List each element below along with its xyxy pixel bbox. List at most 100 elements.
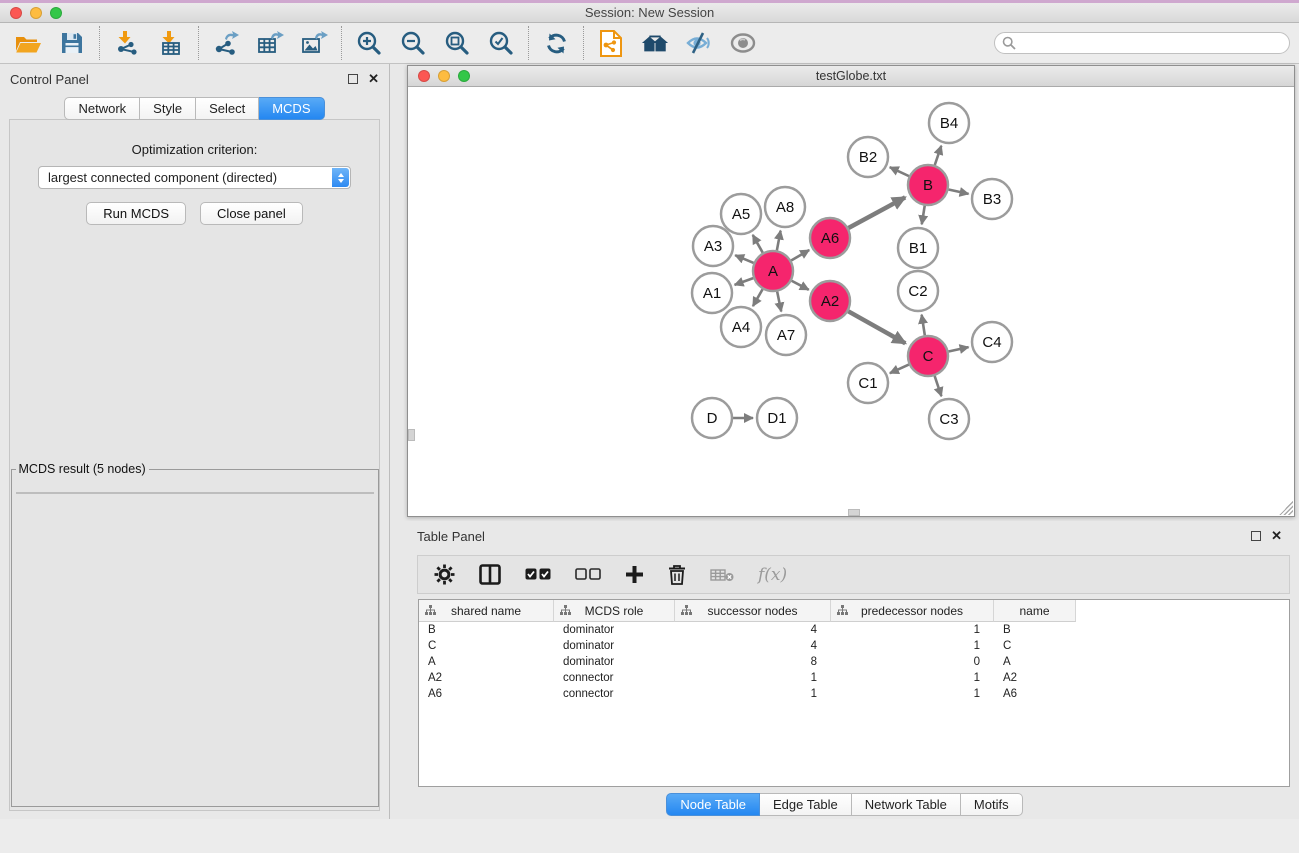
select-all-checkboxes-icon[interactable] [525, 568, 551, 581]
table-cell[interactable]: 1 [831, 622, 994, 638]
table-tab-edge-table[interactable]: Edge Table [760, 793, 852, 816]
table-cell[interactable]: connector [554, 686, 675, 702]
graph-node-C4[interactable]: C4 [972, 322, 1012, 362]
table-cell[interactable]: A2 [419, 670, 554, 686]
criterion-select[interactable]: largest connected component (directed) [38, 166, 351, 189]
column-header-predecessor-nodes[interactable]: predecessor nodes [831, 600, 994, 622]
import-table-icon[interactable] [157, 29, 185, 57]
table-cell[interactable]: B [419, 622, 554, 638]
graph-node-A5[interactable]: A5 [721, 194, 761, 234]
graph-node-A8[interactable]: A8 [765, 187, 805, 227]
table-cell[interactable]: 1 [831, 670, 994, 686]
graph-node-A6[interactable]: A6 [810, 218, 850, 258]
column-header-name[interactable]: name [994, 600, 1076, 622]
graph-edge-B-B2[interactable] [890, 167, 909, 176]
network-vertical-scroll-thumb[interactable] [408, 429, 415, 441]
network-window-titlebar[interactable]: testGlobe.txt [408, 66, 1294, 87]
table-float-panel-icon[interactable] [1251, 531, 1261, 541]
column-header-shared-name[interactable]: shared name [419, 600, 554, 622]
graph-edge-A-A7[interactable] [777, 292, 781, 312]
close-panel-button[interactable]: Close panel [200, 202, 303, 225]
table-cell[interactable]: A [419, 654, 554, 670]
network-graph[interactable]: B4B2BB3A5A8A6A3AB1A1A2C2A4A7C4C1CDD1C3 [408, 87, 1294, 516]
graph-node-A1[interactable]: A1 [692, 273, 732, 313]
graph-edge-A2-C[interactable] [848, 311, 905, 343]
graph-edge-A-A6[interactable] [791, 250, 809, 260]
graph-edge-B-B1[interactable] [922, 206, 925, 225]
table-cell[interactable]: 1 [831, 638, 994, 654]
table-tab-network-table[interactable]: Network Table [852, 793, 961, 816]
table-cell[interactable]: C [994, 638, 1076, 654]
column-header-MCDS-role[interactable]: MCDS role [554, 600, 675, 622]
table-cell[interactable]: 4 [675, 622, 831, 638]
graph-node-A2[interactable]: A2 [810, 281, 850, 321]
table-row[interactable]: Bdominator41B [419, 622, 1289, 638]
import-network-icon[interactable] [113, 29, 141, 57]
run-mcds-button[interactable]: Run MCDS [86, 202, 186, 225]
tab-select[interactable]: Select [196, 97, 259, 120]
graph-node-A7[interactable]: A7 [766, 315, 806, 355]
graph-edge-C-C4[interactable] [949, 347, 969, 351]
export-network-icon[interactable] [212, 29, 240, 57]
table-row[interactable]: Cdominator41C [419, 638, 1289, 654]
table-tab-node-table[interactable]: Node Table [666, 793, 760, 816]
tab-style[interactable]: Style [140, 97, 196, 120]
graph-edge-A-A3[interactable] [735, 255, 753, 263]
graph-edge-C-C2[interactable] [922, 315, 925, 336]
close-panel-icon[interactable]: ✕ [368, 74, 379, 84]
table-options-gear-icon[interactable] [434, 564, 455, 585]
zoom-out-icon[interactable] [399, 29, 427, 57]
show-column-icon[interactable] [479, 564, 501, 585]
graph-edge-A-A2[interactable] [792, 281, 809, 290]
zoom-selected-icon[interactable] [487, 29, 515, 57]
mcds-result-item[interactable]: A2 [17, 493, 373, 494]
float-panel-icon[interactable] [348, 74, 358, 84]
graph-node-B[interactable]: B [908, 165, 948, 205]
mcds-result-list[interactable]: A2ABCA6 [16, 492, 374, 494]
network-horizontal-scroll-thumb[interactable] [848, 509, 860, 516]
refresh-icon[interactable] [542, 29, 570, 57]
table-row[interactable]: A6connector11A6 [419, 686, 1289, 702]
export-table-icon[interactable] [256, 29, 284, 57]
table-close-panel-icon[interactable]: ✕ [1271, 531, 1282, 541]
table-cell[interactable]: 1 [675, 686, 831, 702]
create-column-icon[interactable] [625, 565, 644, 584]
graph-edge-C-C3[interactable] [935, 376, 942, 396]
table-cell[interactable]: 4 [675, 638, 831, 654]
table-cell[interactable]: A6 [419, 686, 554, 702]
network-document-icon[interactable] [597, 29, 625, 57]
graph-node-B1[interactable]: B1 [898, 228, 938, 268]
search-input[interactable] [994, 32, 1290, 54]
delete-columns-icon[interactable] [668, 564, 686, 585]
show-graphics-details-icon[interactable] [729, 29, 757, 57]
graph-edge-A-A8[interactable] [777, 231, 781, 251]
graph-node-D1[interactable]: D1 [757, 398, 797, 438]
graph-node-B3[interactable]: B3 [972, 179, 1012, 219]
graph-node-B4[interactable]: B4 [929, 103, 969, 143]
hide-graphics-details-icon[interactable] [685, 29, 713, 57]
function-builder-icon[interactable]: f(x) [758, 565, 787, 585]
open-session-icon[interactable] [14, 29, 42, 57]
network-canvas[interactable]: B4B2BB3A5A8A6A3AB1A1A2C2A4A7C4C1CDD1C3 [408, 87, 1294, 516]
table-cell[interactable]: 1 [675, 670, 831, 686]
table-cell[interactable]: B [994, 622, 1076, 638]
tab-mcds[interactable]: MCDS [259, 97, 324, 120]
save-session-icon[interactable] [58, 29, 86, 57]
graph-node-C2[interactable]: C2 [898, 271, 938, 311]
graph-node-A3[interactable]: A3 [693, 226, 733, 266]
home-pages-icon[interactable] [641, 29, 669, 57]
graph-node-A[interactable]: A [753, 251, 793, 291]
table-cell[interactable]: dominator [554, 654, 675, 670]
table-cell[interactable]: 8 [675, 654, 831, 670]
zoom-fit-icon[interactable] [443, 29, 471, 57]
delete-table-icon[interactable] [710, 568, 734, 582]
graph-edge-A6-B[interactable] [848, 197, 905, 228]
table-cell[interactable]: 0 [831, 654, 994, 670]
table-cell[interactable]: A2 [994, 670, 1076, 686]
graph-node-B2[interactable]: B2 [848, 137, 888, 177]
graph-edge-A-A4[interactable] [753, 289, 763, 306]
zoom-in-icon[interactable] [355, 29, 383, 57]
deselect-all-checkboxes-icon[interactable] [575, 568, 601, 581]
export-image-icon[interactable] [300, 29, 328, 57]
tab-network[interactable]: Network [64, 97, 140, 120]
